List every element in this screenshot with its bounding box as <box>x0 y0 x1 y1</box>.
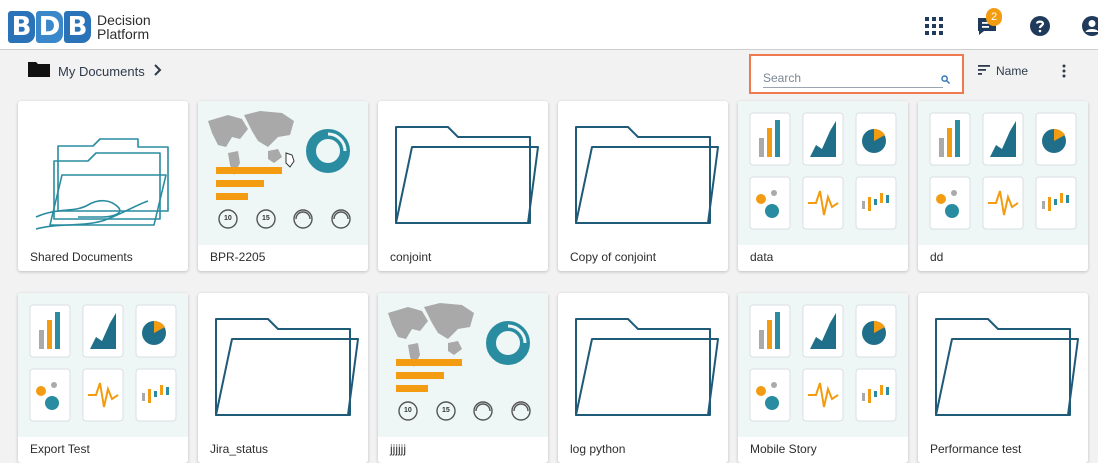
app-logo[interactable]: B D B Decision Platform <box>8 10 151 44</box>
breadcrumb[interactable]: My Documents <box>28 61 163 82</box>
logo-line-1: Decision <box>97 12 151 28</box>
card-name: Copy of conjoint <box>570 250 657 264</box>
gauge-label: 15 <box>262 215 270 222</box>
folder-icon <box>575 318 719 416</box>
gauge-label: 10 <box>404 407 412 414</box>
story-thumbnail <box>918 101 1088 245</box>
folder-thumbnail <box>558 293 728 437</box>
search-input[interactable] <box>763 68 943 88</box>
logo-mark: B D B <box>8 11 91 43</box>
card-name: Mobile Story <box>750 442 817 456</box>
shared-folder-icon <box>35 138 169 230</box>
story-preview-icon <box>749 304 897 422</box>
folder-thumbnail <box>558 101 728 245</box>
search-icon[interactable] <box>941 71 950 89</box>
notification-badge: 2 <box>986 8 1002 26</box>
shared-folder-thumbnail <box>18 101 188 245</box>
folder-icon <box>215 318 359 416</box>
story-preview-icon <box>749 112 897 230</box>
card-name: dd <box>930 250 944 264</box>
user-icon[interactable] <box>1080 14 1098 38</box>
story-thumbnail <box>18 293 188 437</box>
gauge-label: 10 <box>224 215 232 222</box>
card-name: Export Test <box>30 442 90 456</box>
logo-text: Decision Platform <box>97 13 151 41</box>
folder-icon <box>935 318 1079 416</box>
card-name: jjjjjj <box>390 442 406 456</box>
card-name: Performance test <box>930 442 1022 456</box>
document-card[interactable]: dd <box>918 101 1088 271</box>
toolbar: My Documents Name <box>0 51 1098 94</box>
story-preview-icon <box>929 112 1077 230</box>
story-preview-icon <box>29 304 177 422</box>
dashboard-thumbnail: 10 15 <box>198 101 368 245</box>
search-container <box>749 54 964 94</box>
story-thumbnail <box>738 293 908 437</box>
document-card[interactable]: Export Test <box>18 293 188 463</box>
logo-letter: B <box>8 11 35 43</box>
folder-thumbnail <box>198 293 368 437</box>
card-name: Jira_status <box>210 442 269 456</box>
document-card[interactable]: Jira_status <box>198 293 368 463</box>
breadcrumb-label[interactable]: My Documents <box>58 64 145 79</box>
more-vertical-icon[interactable] <box>1062 64 1066 83</box>
folder-thumbnail <box>378 101 548 245</box>
document-card[interactable]: Mobile Story <box>738 293 908 463</box>
logo-letter: D <box>36 11 63 43</box>
sort-label: Name <box>996 64 1029 78</box>
card-name: conjoint <box>390 250 432 264</box>
document-card[interactable]: data <box>738 101 908 271</box>
dashboard-thumbnail: 10 15 <box>378 293 548 437</box>
grid-icon[interactable] <box>922 14 946 38</box>
dashboard-preview-icon <box>208 111 351 229</box>
folder-thumbnail <box>918 293 1088 437</box>
document-card[interactable]: Copy of conjoint <box>558 101 728 271</box>
card-name: data <box>750 250 774 264</box>
logo-line-2: Platform <box>97 26 150 42</box>
document-card[interactable]: log python <box>558 293 728 463</box>
help-icon[interactable] <box>1028 14 1052 38</box>
gauge-label: 15 <box>442 407 450 414</box>
document-card[interactable]: 10 15 BPR-2205 <box>198 101 368 271</box>
sort-icon <box>978 64 990 78</box>
card-name: Shared Documents <box>30 250 133 264</box>
document-card[interactable]: 10 15 jjjjjj <box>378 293 548 463</box>
document-card[interactable]: Performance test <box>918 293 1088 463</box>
top-bar: B D B Decision Platform 2 <box>0 0 1098 50</box>
card-name: log python <box>570 442 626 456</box>
dashboard-preview-icon <box>388 303 531 421</box>
logo-letter: B <box>64 11 91 43</box>
document-card[interactable]: conjoint <box>378 101 548 271</box>
document-card[interactable]: Shared Documents <box>18 101 188 271</box>
card-name: BPR-2205 <box>210 250 266 264</box>
folder-icon <box>575 126 719 224</box>
chevron-right-icon <box>153 63 163 81</box>
folder-icon <box>28 61 50 82</box>
folder-icon <box>395 126 539 224</box>
sort-button[interactable]: Name <box>978 64 1028 78</box>
story-thumbnail <box>738 101 908 245</box>
